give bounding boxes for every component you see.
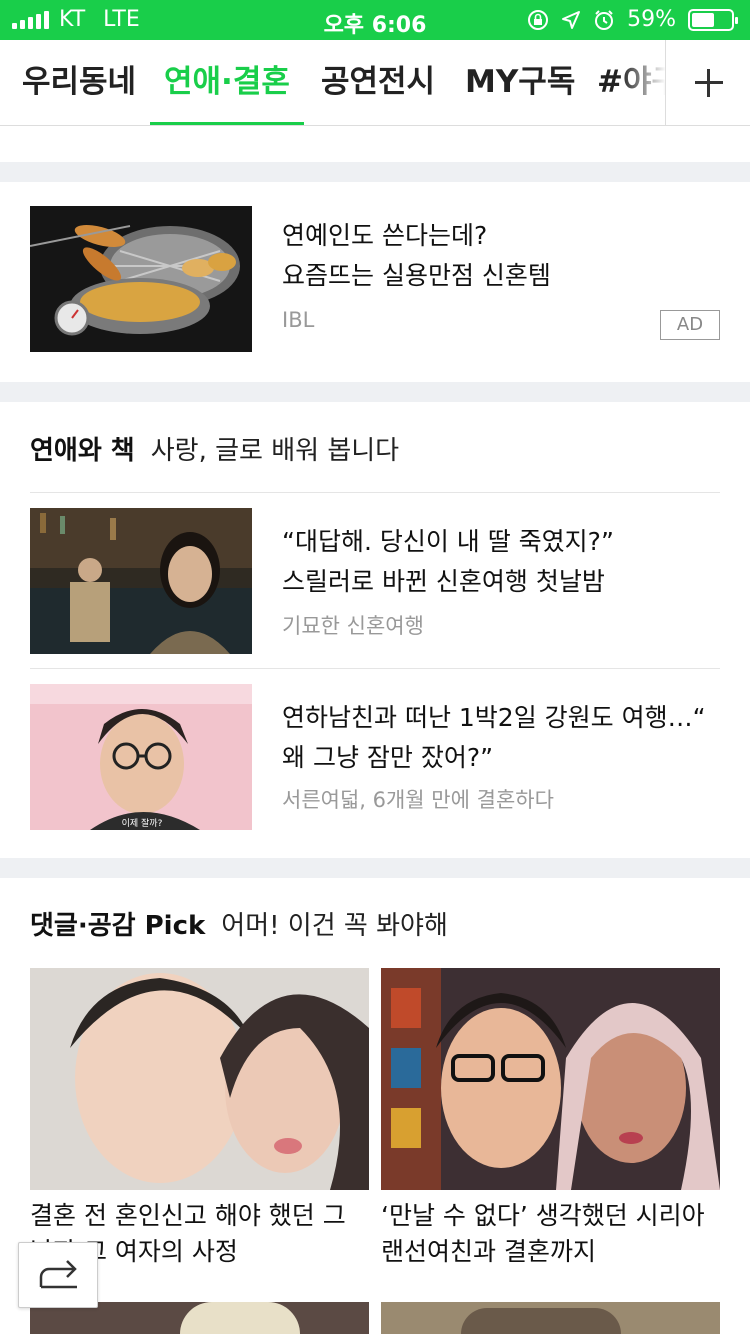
tab-love-marriage[interactable]: 연애·결혼 [150,40,304,125]
section-title: 댓글·공감 Pick [30,911,206,941]
article-title[interactable]: 연하남친과 떠난 1박2일 강원도 여행…“ 왜 그냥 잠만 잤어?” [282,698,720,778]
ad-title-line1: 연예인도 쓴다는데? [282,221,488,250]
ad-thumbnail [30,206,252,352]
battery-icon [688,8,738,31]
tab-performance-exhibition[interactable]: 공연전시 [321,40,435,125]
plus-icon[interactable] [665,40,750,125]
share-arrow-icon [39,1260,77,1289]
location-arrow-icon [562,10,581,29]
ad-source: IBL [282,308,315,332]
card-title[interactable]: ‘만날 수 없다’ 생각했던 시리아 랜선여친과 결혼까지 [381,1198,726,1270]
section-title: 연애와 책 [30,436,135,466]
divider [30,492,720,493]
article-caption: 이제 잘까? [122,817,163,829]
battery-percent: 59% [627,7,676,32]
card-title-line1: 결혼 전 혼인신고 해야 했던 그 [30,1201,346,1230]
ad-title-line2: 요즘뜨는 실용만점 신혼템 [282,261,551,290]
section-subtitle: 어머! 이건 꼭 봐야해 [221,911,448,941]
card-title-line1: ‘만날 수 없다’ 생각했던 시리아 [381,1201,705,1230]
battery-fill [692,12,714,27]
article-source: 서른여덟, 6개월 만에 결혼하다 [282,788,554,812]
article-title-line2: 스릴러로 바뀐 신혼여행 첫날밤 [282,567,605,596]
section-subtitle: 사랑, 글로 배워 봅니다 [150,436,400,466]
lock-rotation-icon [528,9,549,30]
divider [30,668,720,669]
tabs-fade [620,40,666,125]
card-thumbnail [30,968,369,1190]
article-thumbnail [30,508,252,654]
category-tabs: 우리동네 연애·결혼 공연전시 MY구독 #야구 [0,40,750,126]
article-source: 기묘한 신혼여행 [282,614,424,638]
ad-title[interactable]: 연예인도 쓴다는데? 요즘뜨는 실용만점 신혼템 [282,216,720,296]
share-button[interactable] [18,1242,98,1308]
article-title[interactable]: “대답해. 당신이 내 딸 죽였지?” 스릴러로 바뀐 신혼여행 첫날밤 [282,522,720,602]
article-title-line1: 연하남친과 떠난 1박2일 강원도 여행…“ [282,703,706,732]
tab-neighborhood[interactable]: 우리동네 [22,40,136,125]
alarm-icon [595,9,614,30]
section-gap [0,382,750,402]
status-right: 59% [527,7,738,32]
section-gap [0,162,750,182]
section-header-love-books: 연애와 책 사랑, 글로 배워 봅니다 [30,430,399,467]
card-thumbnail [381,968,720,1190]
article-title-line1: “대답해. 당신이 내 딸 죽였지?” [282,527,614,556]
ad-badge: AD [660,310,720,340]
card-thumbnail-partial[interactable] [381,1302,720,1334]
article-thumbnail: 이제 잘까? [30,684,252,830]
card-title-line2: 랜선여친과 결혼까지 [381,1237,596,1266]
tab-my-subscription[interactable]: MY구독 [465,40,575,125]
article-title-line2: 왜 그냥 잠만 잤어?” [282,743,494,772]
section-gap [0,858,750,878]
status-bar: KT LTE 오후 6:06 59% [0,0,750,40]
section-header-pick: 댓글·공감 Pick 어머! 이건 꼭 봐야해 [30,905,448,942]
